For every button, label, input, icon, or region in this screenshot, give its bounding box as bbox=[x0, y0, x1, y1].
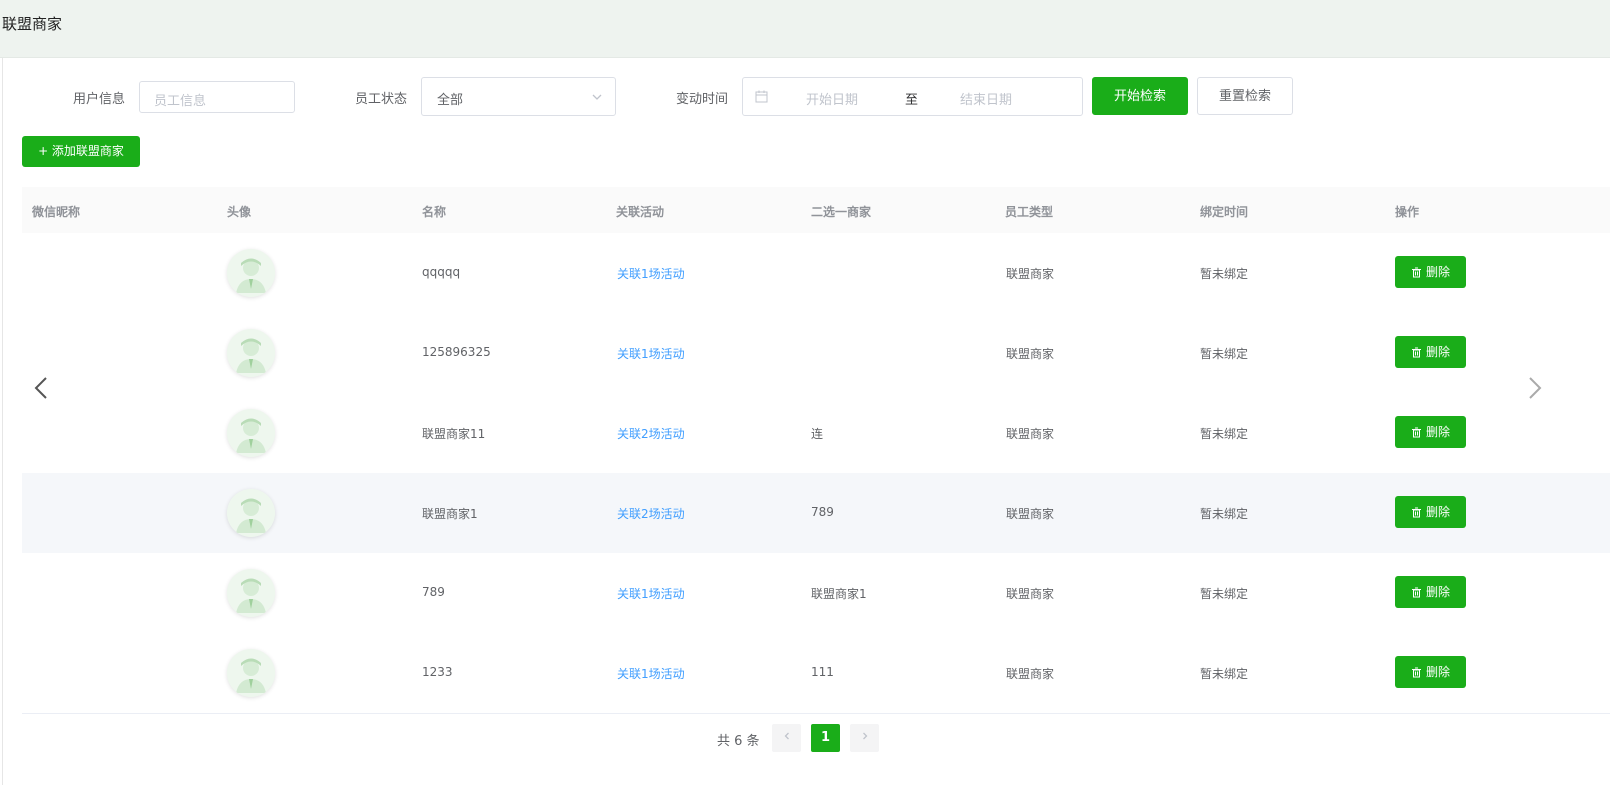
cell-activity-link[interactable]: 关联1场活动 bbox=[617, 345, 685, 362]
end-date-input[interactable]: 结束日期 bbox=[960, 89, 1012, 108]
chevron-left-icon[interactable] bbox=[28, 372, 54, 404]
start-date-input[interactable]: 开始日期 bbox=[806, 89, 858, 108]
cell-partner: 789 bbox=[811, 505, 834, 519]
delete-label: 删除 bbox=[1425, 585, 1450, 599]
user-avatar-icon bbox=[227, 409, 275, 457]
cell-bind-time: 暂未绑定 bbox=[1200, 667, 1249, 681]
user-avatar-icon bbox=[227, 649, 275, 697]
cell-partner: 联盟商家1 bbox=[811, 587, 867, 601]
time-label: 变动时间 bbox=[676, 92, 729, 107]
header-activity: 关联活动 bbox=[616, 205, 665, 219]
trash-icon bbox=[1411, 347, 1421, 358]
user-info-placeholder: 员工信息 bbox=[154, 94, 207, 109]
calendar-icon bbox=[755, 90, 768, 103]
prev-page-button[interactable] bbox=[772, 724, 801, 752]
user-avatar-icon bbox=[227, 489, 275, 537]
header-avatar: 头像 bbox=[227, 205, 252, 219]
avatar bbox=[227, 489, 275, 537]
trash-icon bbox=[1411, 587, 1421, 598]
table-row: 联盟商家11 关联2场活动 连 联盟商家 暂未绑定 删除 bbox=[22, 393, 1610, 474]
user-avatar-icon bbox=[227, 329, 275, 377]
table-row: 125896325 关联1场活动 联盟商家 暂未绑定 删除 bbox=[22, 313, 1610, 394]
chevron-left-icon bbox=[784, 732, 789, 740]
next-page-button[interactable] bbox=[850, 724, 879, 752]
add-merchant-button[interactable]: + 添加联盟商家 bbox=[22, 136, 140, 167]
header-actions: 操作 bbox=[1395, 205, 1420, 219]
top-header: 联盟商家 bbox=[0, 0, 1610, 58]
avatar bbox=[227, 409, 275, 457]
cell-name: 联盟商家1 bbox=[422, 507, 478, 521]
cell-name: 789 bbox=[422, 585, 445, 599]
cell-partner: 111 bbox=[811, 665, 834, 679]
cell-bind-time: 暂未绑定 bbox=[1200, 427, 1249, 441]
trash-icon bbox=[1411, 507, 1421, 518]
chevron-right-icon bbox=[862, 732, 867, 740]
delete-label: 删除 bbox=[1425, 665, 1450, 679]
cell-name: 联盟商家11 bbox=[422, 427, 486, 441]
cell-bind-time: 暂未绑定 bbox=[1200, 587, 1249, 601]
delete-button[interactable]: 删除 bbox=[1395, 576, 1466, 608]
delete-label: 删除 bbox=[1425, 505, 1450, 519]
page-title: 联盟商家 bbox=[2, 15, 63, 33]
trash-icon bbox=[1411, 667, 1421, 678]
pagination-total: 共 6 条 bbox=[717, 734, 760, 749]
range-separator: 至 bbox=[905, 93, 919, 108]
cell-type: 联盟商家 bbox=[1006, 427, 1055, 441]
search-button[interactable]: 开始检索 bbox=[1092, 77, 1188, 115]
delete-button[interactable]: 删除 bbox=[1395, 256, 1466, 288]
user-info-label: 用户信息 bbox=[73, 92, 126, 107]
cell-partner: 连 bbox=[811, 427, 824, 441]
cell-type: 联盟商家 bbox=[1006, 267, 1055, 281]
cell-bind-time: 暂未绑定 bbox=[1200, 347, 1249, 361]
delete-label: 删除 bbox=[1425, 425, 1450, 439]
trash-icon bbox=[1411, 427, 1421, 438]
table-row: 联盟商家1 关联2场活动 789 联盟商家 暂未绑定 删除 bbox=[22, 473, 1610, 554]
table-row: 1233 关联1场活动 111 联盟商家 暂未绑定 删除 bbox=[22, 633, 1610, 714]
date-range-picker[interactable]: 开始日期 至 结束日期 bbox=[742, 77, 1083, 116]
table-header: 微信昵称 头像 名称 关联活动 二选一商家 员工类型 绑定时间 操作 bbox=[22, 187, 1610, 234]
status-label: 员工状态 bbox=[355, 92, 408, 107]
cell-type: 联盟商家 bbox=[1006, 347, 1055, 361]
avatar bbox=[227, 569, 275, 617]
delete-button[interactable]: 删除 bbox=[1395, 416, 1466, 448]
user-avatar-icon bbox=[227, 249, 275, 297]
avatar bbox=[227, 329, 275, 377]
header-name: 名称 bbox=[422, 205, 447, 219]
delete-label: 删除 bbox=[1425, 345, 1450, 359]
cell-type: 联盟商家 bbox=[1006, 507, 1055, 521]
cell-activity-link[interactable]: 关联2场活动 bbox=[617, 425, 685, 442]
cell-activity-link[interactable]: 关联1场活动 bbox=[617, 265, 685, 282]
cell-bind-time: 暂未绑定 bbox=[1200, 267, 1249, 281]
cell-type: 联盟商家 bbox=[1006, 667, 1055, 681]
delete-label: 删除 bbox=[1425, 265, 1450, 279]
user-info-input[interactable]: 员工信息 bbox=[139, 81, 295, 113]
delete-button[interactable]: 删除 bbox=[1395, 656, 1466, 688]
avatar bbox=[227, 649, 275, 697]
cell-name: 1233 bbox=[422, 665, 453, 679]
delete-button[interactable]: 删除 bbox=[1395, 496, 1466, 528]
header-nickname: 微信昵称 bbox=[32, 205, 81, 219]
cell-name: qqqqq bbox=[422, 265, 461, 279]
trash-icon bbox=[1411, 267, 1421, 278]
header-partner: 二选一商家 bbox=[811, 205, 872, 219]
user-avatar-icon bbox=[227, 569, 275, 617]
cell-activity-link[interactable]: 关联1场活动 bbox=[617, 585, 685, 602]
cell-activity-link[interactable]: 关联1场活动 bbox=[617, 665, 685, 682]
reset-button[interactable]: 重置检索 bbox=[1197, 77, 1293, 115]
avatar bbox=[227, 249, 275, 297]
table-row: 789 关联1场活动 联盟商家1 联盟商家 暂未绑定 删除 bbox=[22, 553, 1610, 634]
cell-activity-link[interactable]: 关联2场活动 bbox=[617, 505, 685, 522]
delete-button[interactable]: 删除 bbox=[1395, 336, 1466, 368]
status-select[interactable]: 全部 bbox=[421, 77, 616, 116]
chevron-right-icon[interactable] bbox=[1522, 372, 1548, 404]
header-type: 员工类型 bbox=[1005, 205, 1054, 219]
page-number-current[interactable]: 1 bbox=[811, 724, 840, 752]
cell-type: 联盟商家 bbox=[1006, 587, 1055, 601]
status-value: 全部 bbox=[437, 93, 464, 108]
chevron-down-icon bbox=[592, 94, 602, 100]
cell-bind-time: 暂未绑定 bbox=[1200, 507, 1249, 521]
cell-name: 125896325 bbox=[422, 345, 491, 359]
header-bind-time: 绑定时间 bbox=[1200, 205, 1249, 219]
table-row: qqqqq 关联1场活动 联盟商家 暂未绑定 删除 bbox=[22, 233, 1610, 314]
